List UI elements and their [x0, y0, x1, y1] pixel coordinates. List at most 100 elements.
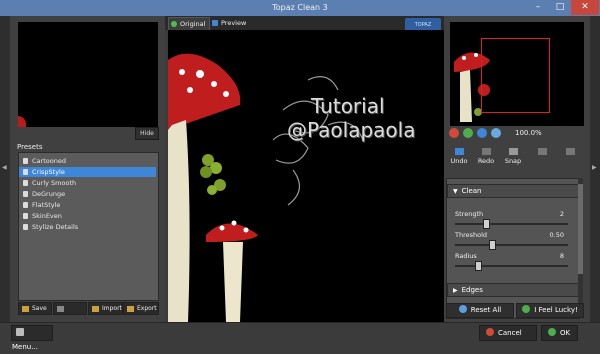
- nav-mushroom-stem: [460, 70, 472, 122]
- zoom-out-icon[interactable]: [449, 128, 459, 138]
- strength-slider-knob[interactable]: [483, 219, 490, 229]
- collapse-right-icon: ▶: [592, 164, 597, 171]
- cap-spot: [223, 91, 229, 97]
- hide-button[interactable]: Hide: [135, 127, 159, 140]
- preset-icon: [23, 191, 28, 197]
- cancel-button[interactable]: Cancel: [479, 325, 537, 341]
- export-icon: [127, 305, 134, 312]
- settings-scrollbar[interactable]: [578, 178, 583, 316]
- ok-button[interactable]: OK: [541, 325, 578, 341]
- preset-icon: [23, 213, 28, 219]
- preset-item-degrunge[interactable]: DeGrunge: [19, 189, 156, 199]
- collapse-icon: ▶: [453, 287, 458, 294]
- import-icon: [92, 305, 99, 312]
- cap-spot: [219, 225, 225, 231]
- preset-icon: [23, 202, 28, 208]
- save-icon: [22, 305, 29, 312]
- presets-heading: Presets: [17, 143, 43, 151]
- strength-label: Strength: [455, 210, 484, 218]
- delete-icon: [57, 305, 64, 312]
- settings-panel: [446, 178, 580, 319]
- redo-button[interactable]: Redo: [474, 148, 498, 165]
- snap-button[interactable]: Snap: [501, 148, 525, 165]
- mushroom-artwork: [168, 53, 364, 322]
- zoom-fit-icon[interactable]: [477, 128, 487, 138]
- preset-icon: [23, 169, 28, 175]
- preset-icon: [23, 158, 28, 164]
- save-preset-button[interactable]: Save: [18, 302, 52, 315]
- minimize-button[interactable]: –: [527, 0, 549, 15]
- reset-all-button[interactable]: Reset All: [446, 303, 514, 318]
- preset-icon: [23, 224, 28, 230]
- preset-item-skineven[interactable]: SkinEven: [19, 211, 156, 221]
- threshold-slider[interactable]: [455, 240, 568, 250]
- export-button[interactable]: Export: [123, 302, 159, 315]
- navigator-viewport-rect[interactable]: [481, 38, 550, 113]
- cap-spot: [211, 81, 217, 87]
- settings-icon: [565, 148, 575, 155]
- left-collapse-strip[interactable]: ◀: [0, 16, 10, 322]
- feel-lucky-button[interactable]: I Feel Lucky!: [516, 303, 584, 318]
- zoom-level: 100.0%: [515, 129, 542, 137]
- cap-spot: [196, 70, 204, 78]
- mushroom-thumbnail: [18, 116, 26, 127]
- compare-button[interactable]: [530, 148, 554, 157]
- threshold-value[interactable]: 0.50: [550, 231, 564, 239]
- preset-thumbnail: [18, 22, 158, 127]
- watermark-author: @Paolapaola: [287, 118, 416, 142]
- clean-section-header[interactable]: ▼ Clean: [447, 184, 579, 198]
- radius-value[interactable]: 8: [560, 252, 564, 260]
- zoom-in-icon[interactable]: [463, 128, 473, 138]
- mushroom-cap-small: [206, 223, 258, 242]
- watermark-title: Tutorial: [311, 94, 385, 118]
- original-dot-icon: [171, 21, 177, 27]
- mushroom-stem-small: [223, 242, 243, 322]
- strength-value[interactable]: 2: [560, 210, 564, 218]
- strength-slider[interactable]: [455, 219, 568, 229]
- preset-item-flatstyle[interactable]: FlatStyle: [19, 200, 156, 210]
- cancel-icon: [486, 328, 494, 336]
- delete-preset-button[interactable]: [53, 302, 87, 315]
- preset-item-crispstyle[interactable]: CrispStyle: [19, 167, 156, 177]
- expand-icon: ▼: [453, 188, 458, 195]
- preset-item-curly-smooth[interactable]: Curly Smooth: [19, 178, 156, 188]
- nav-cap-spot: [474, 53, 478, 57]
- collapse-left-icon: ◀: [2, 164, 7, 171]
- cap-spot: [179, 69, 185, 75]
- preset-item-stylize-details[interactable]: Stylize Details: [19, 222, 156, 232]
- preset-icon: [23, 180, 28, 186]
- title-bar: Topaz Clean 3: [0, 0, 600, 16]
- radius-slider[interactable]: [455, 261, 568, 271]
- mushroom-stem-large: [168, 120, 190, 322]
- import-button[interactable]: Import: [88, 302, 123, 315]
- tab-original[interactable]: Original: [168, 17, 210, 31]
- snap-icon: [508, 148, 518, 155]
- threshold-label: Threshold: [455, 231, 488, 239]
- maximize-button[interactable]: □: [549, 0, 571, 15]
- menu-button[interactable]: Menu...: [11, 325, 53, 351]
- settings-button[interactable]: [558, 148, 582, 157]
- close-button[interactable]: ✕: [571, 0, 599, 15]
- right-collapse-strip[interactable]: ▶: [590, 16, 600, 322]
- undo-icon: [454, 148, 464, 155]
- zoom-actual-icon[interactable]: [491, 128, 501, 138]
- cap-spot: [243, 227, 249, 233]
- nav-cap-spot: [462, 56, 466, 60]
- radius-label: Radius: [455, 252, 477, 260]
- menu-icon: [16, 328, 24, 336]
- mushroom-cap-large: [168, 53, 241, 130]
- image-canvas[interactable]: [168, 30, 444, 322]
- compare-icon: [537, 148, 547, 155]
- redo-icon: [481, 148, 491, 155]
- radius-slider-knob[interactable]: [475, 261, 482, 271]
- clover-leaf: [207, 185, 217, 195]
- cap-spot: [187, 87, 193, 93]
- edges-section-header[interactable]: ▶ Edges: [447, 283, 579, 297]
- presets-list[interactable]: Cartooned CrispStyle Curly Smooth DeGrun…: [18, 152, 159, 301]
- clover-leaf: [200, 166, 212, 178]
- tab-preview[interactable]: Preview: [210, 17, 252, 29]
- undo-button[interactable]: Undo: [447, 148, 471, 165]
- preset-item-cartooned[interactable]: Cartooned: [19, 156, 156, 166]
- scrollbar-thumb[interactable]: [578, 184, 583, 274]
- threshold-slider-knob[interactable]: [489, 240, 496, 250]
